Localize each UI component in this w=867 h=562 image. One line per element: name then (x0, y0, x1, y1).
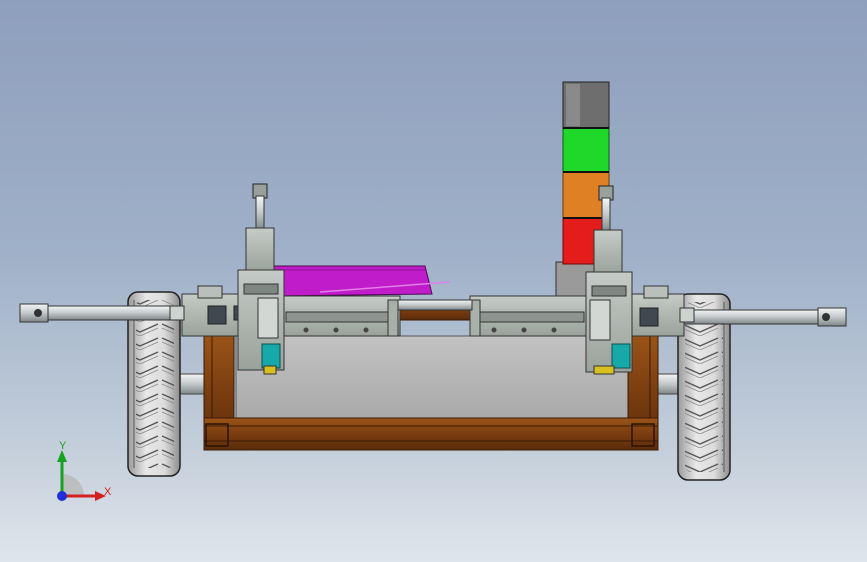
body-panel[interactable] (235, 335, 629, 423)
right-rod[interactable] (683, 307, 847, 327)
center-shaft (397, 299, 473, 311)
right-slide-rail[interactable] (469, 295, 587, 337)
x-axis-label: X (104, 486, 112, 498)
left-end-block[interactable] (169, 285, 245, 337)
left-rod[interactable] (19, 303, 183, 323)
left-slide-rail[interactable] (283, 295, 401, 337)
coordinate-triad-icon[interactable]: Y X (40, 436, 130, 516)
triad-graphic (57, 450, 106, 501)
left-lift-mechanism[interactable] (237, 183, 285, 375)
cad-model[interactable] (0, 0, 867, 562)
y-axis-label: Y (59, 440, 67, 452)
cad-viewport[interactable]: Y X (0, 0, 867, 562)
magenta-cover[interactable] (271, 265, 451, 297)
